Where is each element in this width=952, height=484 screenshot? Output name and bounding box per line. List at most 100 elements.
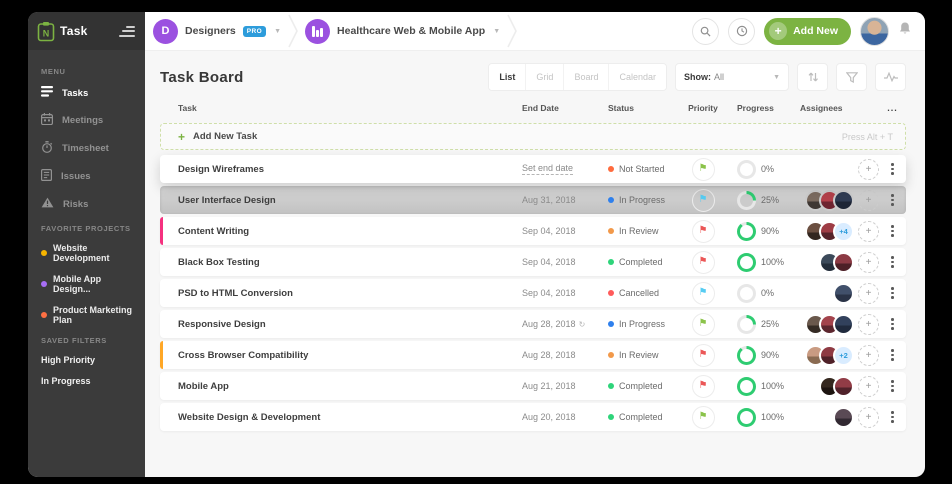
priority-flag-icon[interactable]: ⚑: [692, 189, 715, 212]
task-status[interactable]: Completed: [608, 381, 678, 391]
priority-flag-icon[interactable]: ⚑: [692, 251, 715, 274]
task-end-date[interactable]: Sep 04, 2018: [522, 257, 608, 267]
task-progress[interactable]: 90%: [728, 222, 798, 241]
view-tab-list[interactable]: List: [489, 64, 525, 90]
row-menu-icon[interactable]: [880, 380, 905, 392]
sidebar-item-risks[interactable]: Risks: [41, 197, 137, 211]
task-progress[interactable]: 100%: [728, 408, 798, 427]
favorite-project-item[interactable]: Mobile App Design...: [41, 274, 137, 294]
add-assignee-button[interactable]: +: [858, 314, 879, 335]
row-menu-icon[interactable]: [880, 225, 905, 237]
priority-flag-icon[interactable]: ⚑: [692, 220, 715, 243]
task-row[interactable]: User Interface Design Aug 31, 2018 In Pr…: [160, 186, 906, 214]
saved-filter-item[interactable]: High Priority: [41, 355, 137, 365]
task-status[interactable]: In Review: [608, 226, 678, 236]
task-status[interactable]: In Review: [608, 350, 678, 360]
add-new-task-row[interactable]: + Add New Task Press Alt + T: [160, 123, 906, 150]
task-status[interactable]: Cancelled: [608, 288, 678, 298]
sidebar-item-issues[interactable]: Issues: [41, 169, 137, 184]
priority-flag-icon[interactable]: ⚑: [692, 344, 715, 367]
column-header-task[interactable]: Task: [160, 103, 522, 113]
assignee-avatar[interactable]: [833, 314, 854, 335]
task-end-date[interactable]: Aug 21, 2018: [522, 381, 608, 391]
task-end-date[interactable]: Aug 20, 2018: [522, 412, 608, 422]
search-icon[interactable]: [692, 18, 719, 45]
row-menu-icon[interactable]: [880, 318, 905, 330]
priority-flag-icon[interactable]: ⚑: [692, 282, 715, 305]
add-assignee-button[interactable]: +: [858, 345, 879, 366]
columns-more-icon[interactable]: ...: [880, 103, 905, 113]
add-assignee-button[interactable]: +: [858, 407, 879, 428]
assignee-avatar[interactable]: [833, 376, 854, 397]
project-selector[interactable]: Healthcare Web & Mobile App ▼: [305, 19, 500, 44]
column-header-assignees[interactable]: Assignees: [798, 103, 880, 113]
add-assignee-button[interactable]: +: [858, 376, 879, 397]
sort-icon[interactable]: [797, 63, 828, 91]
column-header-end-date[interactable]: End Date: [522, 103, 608, 113]
add-assignee-button[interactable]: +: [858, 283, 879, 304]
column-header-priority[interactable]: Priority: [678, 103, 728, 113]
team-selector[interactable]: D Designers PRO ▼: [153, 19, 281, 44]
row-menu-icon[interactable]: [880, 163, 905, 175]
priority-flag-icon[interactable]: ⚑: [692, 313, 715, 336]
task-progress[interactable]: 25%: [728, 191, 798, 210]
task-row[interactable]: Design Wireframes Set end date Not Start…: [160, 155, 906, 183]
priority-flag-icon[interactable]: ⚑: [692, 158, 715, 181]
row-menu-icon[interactable]: [880, 194, 905, 206]
task-row[interactable]: Responsive Design Aug 28, 2018↻ In Progr…: [160, 310, 906, 338]
row-menu-icon[interactable]: [880, 256, 905, 268]
task-status[interactable]: In Progress: [608, 319, 678, 329]
filter-icon[interactable]: [836, 63, 867, 91]
user-avatar[interactable]: [860, 17, 889, 46]
assignee-avatar[interactable]: [833, 407, 854, 428]
recent-activity-clock-icon[interactable]: [728, 18, 755, 45]
task-row[interactable]: Black Box Testing Sep 04, 2018 Completed…: [160, 248, 906, 276]
priority-flag-icon[interactable]: ⚑: [692, 406, 715, 429]
row-menu-icon[interactable]: [880, 411, 905, 423]
task-end-date[interactable]: Aug 28, 2018↻: [522, 319, 608, 329]
task-row[interactable]: Mobile App Aug 21, 2018 Completed ⚑ 100%…: [160, 372, 906, 400]
activity-icon[interactable]: [875, 63, 906, 91]
task-status[interactable]: Not Started: [608, 164, 678, 174]
task-row[interactable]: Content Writing Sep 04, 2018 In Review ⚑…: [160, 217, 906, 245]
task-end-date[interactable]: Set end date: [522, 163, 608, 175]
task-progress[interactable]: 0%: [728, 284, 798, 303]
add-assignee-button[interactable]: +: [858, 252, 879, 273]
favorite-project-item[interactable]: Product Marketing Plan: [41, 305, 137, 325]
task-status[interactable]: Completed: [608, 257, 678, 267]
saved-filter-item[interactable]: In Progress: [41, 376, 137, 386]
task-end-date[interactable]: Aug 31, 2018: [522, 195, 608, 205]
column-header-progress[interactable]: Progress: [728, 103, 798, 113]
assignee-avatar[interactable]: [833, 283, 854, 304]
priority-flag-icon[interactable]: ⚑: [692, 375, 715, 398]
add-new-button[interactable]: + Add New: [764, 18, 851, 45]
sidebar-item-timesheet[interactable]: Timesheet: [41, 141, 137, 156]
view-tab-calendar[interactable]: Calendar: [608, 64, 666, 90]
add-assignee-button[interactable]: +: [858, 159, 879, 180]
sidebar-toggle-icon[interactable]: [119, 26, 135, 37]
task-end-date[interactable]: Sep 04, 2018: [522, 226, 608, 236]
sidebar-item-tasks[interactable]: Tasks: [41, 86, 137, 100]
more-assignees-badge[interactable]: +2: [833, 345, 854, 366]
add-assignee-button[interactable]: +: [858, 190, 879, 211]
task-progress[interactable]: 25%: [728, 315, 798, 334]
notifications-bell-icon[interactable]: [898, 21, 912, 41]
add-assignee-button[interactable]: +: [858, 221, 879, 242]
task-row[interactable]: PSD to HTML Conversion Sep 04, 2018 Canc…: [160, 279, 906, 307]
task-progress[interactable]: 100%: [728, 253, 798, 272]
task-end-date[interactable]: Aug 28, 2018: [522, 350, 608, 360]
task-progress[interactable]: 90%: [728, 346, 798, 365]
task-status[interactable]: Completed: [608, 412, 678, 422]
favorite-project-item[interactable]: Website Development: [41, 243, 137, 263]
more-assignees-badge[interactable]: +4: [833, 221, 854, 242]
show-filter-dropdown[interactable]: Show: All ▼: [675, 63, 789, 91]
view-tab-board[interactable]: Board: [563, 64, 608, 90]
column-header-status[interactable]: Status: [608, 103, 678, 113]
task-row[interactable]: Website Design & Development Aug 20, 201…: [160, 403, 906, 431]
view-tab-grid[interactable]: Grid: [525, 64, 563, 90]
sidebar-item-meetings[interactable]: Meetings: [41, 113, 137, 128]
assignee-avatar[interactable]: [833, 190, 854, 211]
app-logo[interactable]: N Task: [37, 21, 88, 42]
row-menu-icon[interactable]: [880, 349, 905, 361]
task-row[interactable]: Cross Browser Compatibility Aug 28, 2018…: [160, 341, 906, 369]
